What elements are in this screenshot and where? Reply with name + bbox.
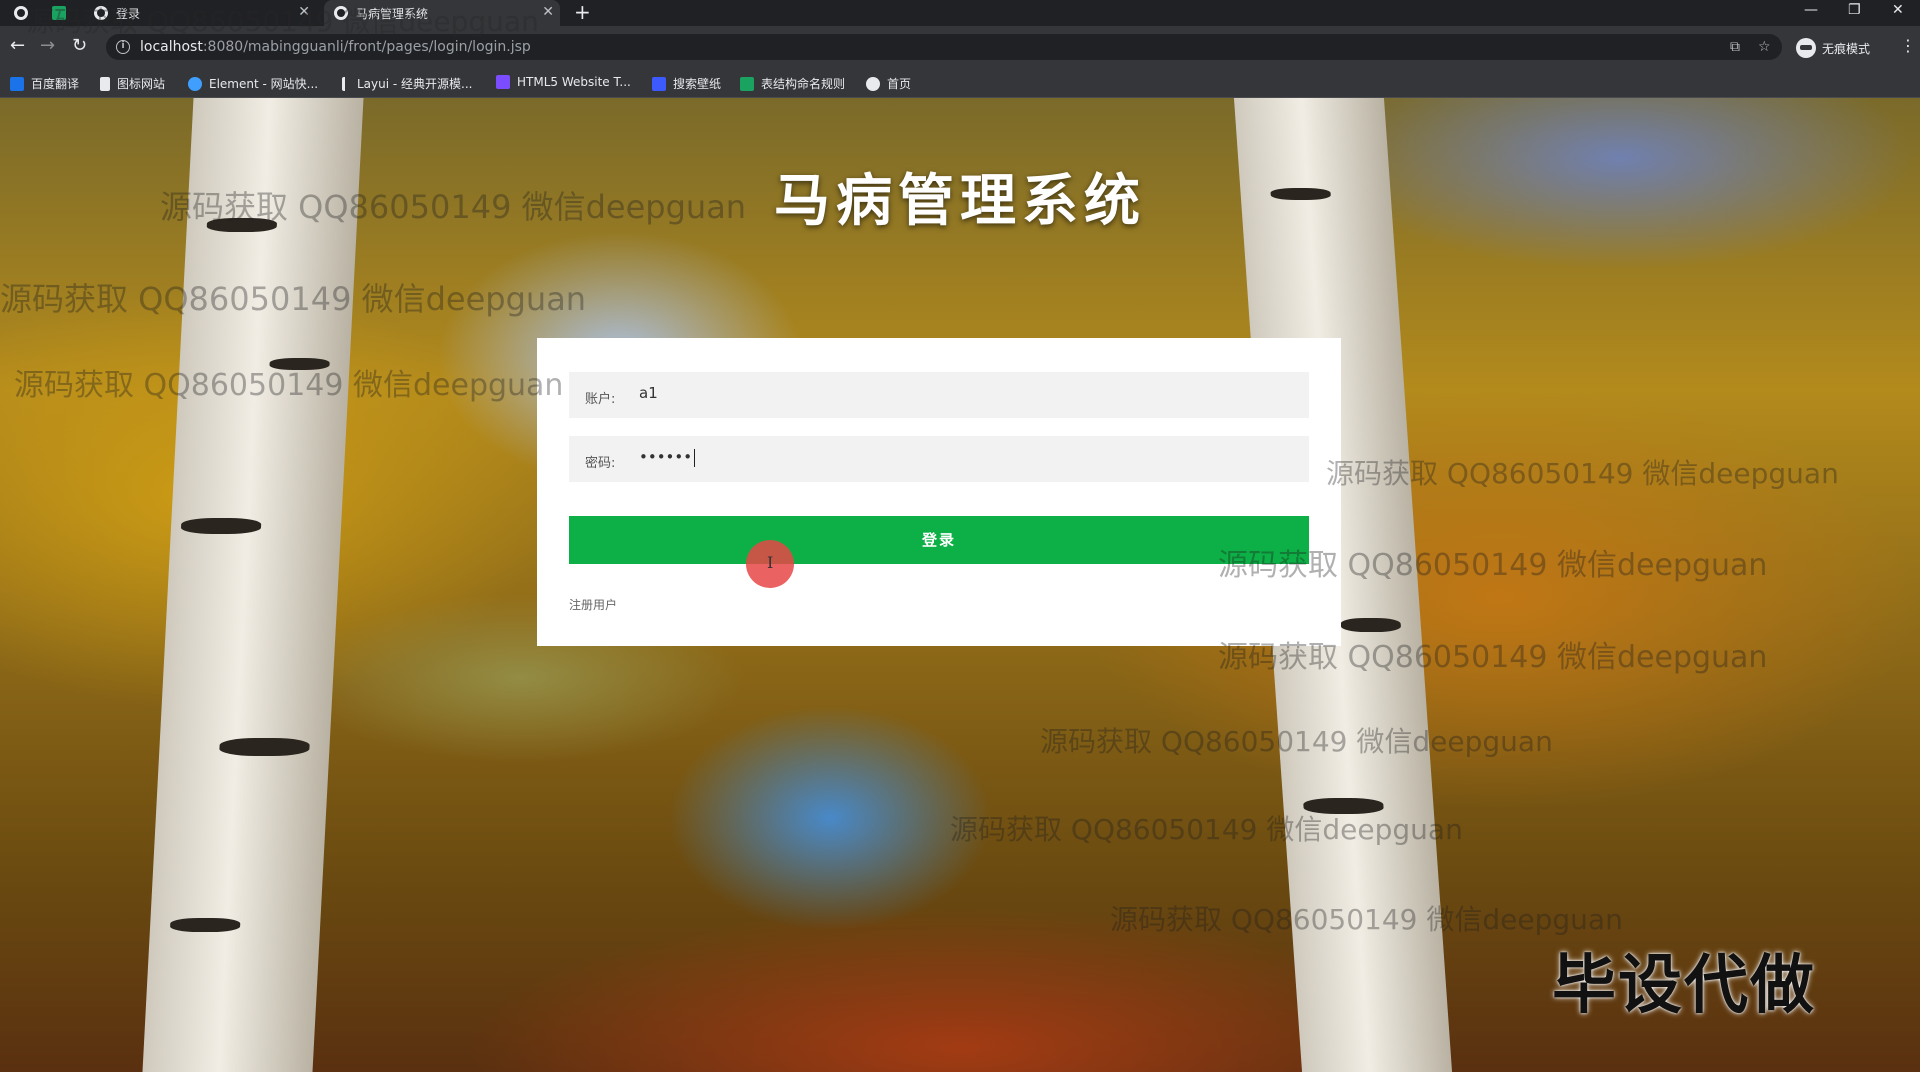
- register-user-link[interactable]: 注册用户: [569, 596, 617, 613]
- back-arrow-icon[interactable]: ←: [10, 36, 25, 56]
- bookmark-label: Layui - 经典开源模...: [357, 77, 473, 91]
- window-close-icon[interactable]: ✕: [1892, 2, 1904, 18]
- login-button[interactable]: 登录: [569, 516, 1309, 564]
- star-icon[interactable]: ☆: [1758, 39, 1771, 55]
- layui-logo-icon: [342, 76, 350, 91]
- watermark: 源码获取 QQ86050149 微信deepguan: [1218, 640, 1768, 675]
- restore-icon[interactable]: ❐: [1848, 2, 1861, 18]
- watermark: 源码获取 QQ86050149 微信deepguan: [1110, 903, 1623, 936]
- bookmark-label: 图标网站: [117, 77, 166, 91]
- minimize-icon[interactable]: —: [1804, 2, 1818, 18]
- bookmark-item[interactable]: HTML5 Website T...: [496, 75, 631, 89]
- bookmark-item[interactable]: 图标网站: [100, 75, 165, 92]
- wallpaper-icon: [652, 76, 666, 91]
- bookmarks-bar: 百度翻译 图标网站 Element - 网站快... Layui - 经典开源模…: [0, 68, 1920, 98]
- bookmark-label: Element - 网站快...: [209, 77, 319, 91]
- incognito-indicator[interactable]: 无痕模式: [1796, 38, 1870, 58]
- text-cursor-icon: I: [767, 553, 774, 572]
- login-form: 账户: a1 密码: •••••• 登录 注册用户: [537, 338, 1341, 646]
- info-icon[interactable]: i: [116, 40, 130, 54]
- bookmark-item[interactable]: 搜索壁纸: [652, 75, 721, 92]
- bookmark-item[interactable]: Element - 网站快...: [188, 75, 318, 92]
- account-input[interactable]: a1: [639, 384, 658, 402]
- bookmark-label: 百度翻译: [31, 77, 80, 91]
- watermark: 源码获取 QQ86050149 微信deepguan: [950, 813, 1463, 846]
- watermark: 源码获取 QQ86050149 微信deepguan: [0, 280, 587, 318]
- watermark: 源码获取 QQ86050149 微信deepguan: [1040, 725, 1553, 758]
- watermark: 源码获取 QQ86050149 微信deepguan: [1326, 457, 1839, 490]
- password-label: 密码:: [585, 456, 616, 471]
- translate-icon: [10, 76, 24, 91]
- sheet-icon: [740, 76, 754, 91]
- login-page-background: 马病管理系统 账户: a1 密码: •••••• 登录 注册用户 I 源码获取 …: [0, 98, 1920, 1072]
- incognito-label: 无痕模式: [1822, 41, 1871, 56]
- bookmark-label: 搜索壁纸: [673, 77, 722, 91]
- close-icon[interactable]: ✕: [542, 5, 554, 19]
- element-logo-icon: [188, 76, 202, 91]
- flag-icon: [100, 76, 110, 91]
- translate-icon[interactable]: ⧉: [1730, 39, 1740, 55]
- more-menu-icon[interactable]: ⋮: [1900, 36, 1916, 55]
- bookmark-item[interactable]: 表结构命名规则: [740, 75, 845, 92]
- incognito-icon: [1796, 38, 1816, 58]
- account-field[interactable]: 账户: a1: [569, 372, 1309, 418]
- account-label: 账户:: [585, 392, 616, 407]
- text-caret: [694, 448, 696, 467]
- password-field[interactable]: 密码: ••••••: [569, 436, 1309, 482]
- bookmark-item[interactable]: Layui - 经典开源模...: [342, 75, 472, 92]
- globe-icon: [866, 76, 880, 91]
- password-input[interactable]: ••••••: [639, 448, 696, 467]
- bookmark-label: 表结构命名规则: [761, 77, 846, 91]
- watermark: 源码获取 QQ86050149 微信deepguan: [14, 368, 564, 403]
- bookmark-item[interactable]: 百度翻译: [10, 75, 79, 92]
- url-text[interactable]: localhost:8080/mabingguanli/front/pages/…: [140, 39, 531, 55]
- corner-stamp: 毕设代做: [1552, 949, 1816, 1023]
- html5-icon: [496, 75, 510, 89]
- bookmark-label: HTML5 Website T...: [517, 75, 631, 89]
- watermark: 源码获取 QQ86050149 微信deepguan: [160, 188, 747, 226]
- bookmark-label: 首页: [887, 77, 912, 91]
- watermark: 源码获取 QQ86050149 微信deepguan: [26, 5, 539, 38]
- watermark: 源码获取 QQ86050149 微信deepguan: [1218, 548, 1768, 583]
- birch-trunk-left: [142, 98, 364, 1072]
- password-mask: ••••••: [639, 448, 693, 466]
- new-tab-button[interactable]: +: [574, 2, 591, 22]
- bookmark-item[interactable]: 首页: [866, 75, 911, 92]
